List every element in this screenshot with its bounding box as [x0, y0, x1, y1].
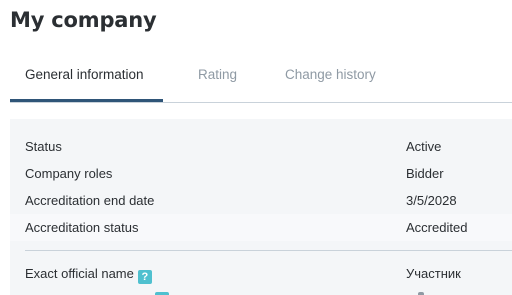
- help-icon[interactable]: ?: [137, 270, 152, 284]
- row-label: Accreditation status: [25, 220, 139, 235]
- tab-label: Rating: [198, 67, 238, 82]
- row-label: Accreditation end date: [25, 193, 155, 208]
- general-info-panel: Status Active Company roles Bidder Accre…: [10, 119, 512, 295]
- tab-bar: General information Rating Change histor…: [10, 52, 512, 102]
- section-divider: [25, 250, 512, 251]
- tab-rating[interactable]: Rating: [198, 52, 237, 102]
- tabs-divider: [10, 102, 512, 103]
- row-value: 3/5/2028: [406, 193, 457, 208]
- official-name-label: Exact official name: [25, 266, 134, 281]
- row-value: Accredited: [406, 220, 468, 235]
- row-label: Company roles: [25, 166, 113, 181]
- info-row-accreditation-status: Accreditation status Accredited: [10, 214, 512, 241]
- tab-change-history[interactable]: Change history: [285, 52, 376, 102]
- page-title: My company: [10, 8, 157, 32]
- row-value: Участник: [406, 266, 461, 281]
- company-page: My company General information Rating Ch…: [0, 0, 512, 295]
- info-row-exact-official-name: Exact official name? Участник: [10, 260, 512, 287]
- tab-label: General information: [25, 67, 144, 82]
- row-value: Active: [406, 139, 442, 154]
- info-row-accreditation-end-date: Accreditation end date 3/5/2028: [10, 187, 512, 214]
- row-label: Exact official name?: [25, 260, 152, 287]
- row-value: Bidder: [406, 166, 444, 181]
- tab-general-information[interactable]: General information: [10, 52, 163, 102]
- info-row-status: Status Active: [10, 133, 512, 160]
- info-row-company-roles: Company roles Bidder: [10, 160, 512, 187]
- tab-label: Change history: [285, 67, 376, 82]
- row-label: Status: [25, 139, 62, 154]
